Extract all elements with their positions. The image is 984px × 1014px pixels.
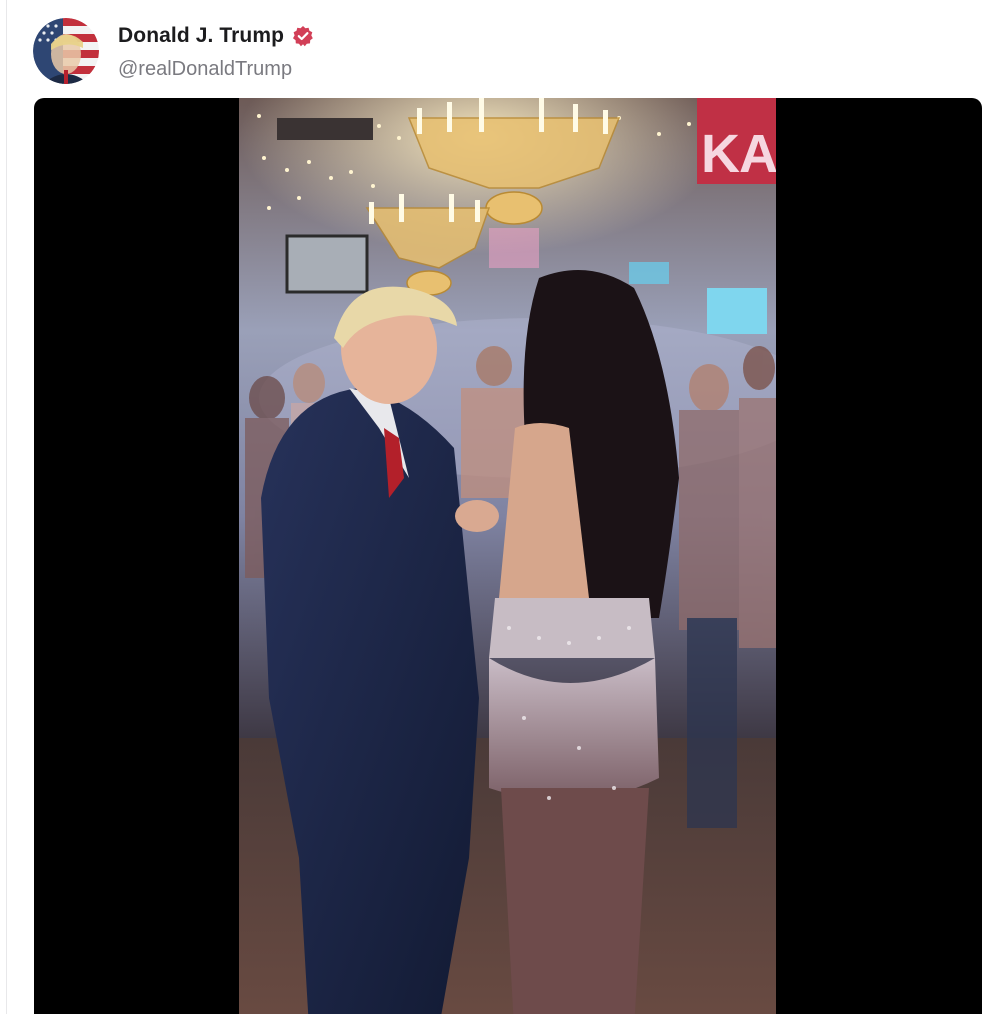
video-frame: KAL: [239, 98, 776, 1014]
verified-badge-icon: [292, 25, 314, 47]
author-handle[interactable]: @realDonaldTrump: [118, 58, 292, 81]
author-display-name[interactable]: Donald J. Trump: [118, 24, 284, 48]
video-still-image: KAL: [239, 98, 776, 1014]
author-name-row: Donald J. Trump: [118, 24, 314, 48]
neon-sign-text: KAL: [701, 124, 776, 184]
author-avatar[interactable]: [33, 18, 99, 84]
flag-portrait-icon: [33, 18, 99, 84]
post-video[interactable]: KAL: [34, 98, 982, 1014]
column-divider: [6, 0, 7, 1014]
post-page: Donald J. Trump @realDonaldTrump KA: [0, 0, 984, 1014]
